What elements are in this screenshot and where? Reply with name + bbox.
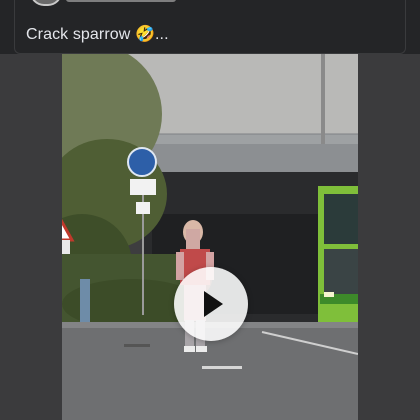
post-header: Crack sparrow 🤣... [0, 0, 420, 54]
video-letterbox-right [358, 54, 420, 420]
play-button[interactable] [174, 267, 248, 341]
author-name-cropped[interactable] [66, 0, 176, 2]
video-frame[interactable] [62, 54, 358, 420]
play-icon [204, 291, 223, 317]
post-caption[interactable]: Crack sparrow 🤣... [26, 24, 169, 44]
video-letterbox-left [0, 54, 62, 420]
